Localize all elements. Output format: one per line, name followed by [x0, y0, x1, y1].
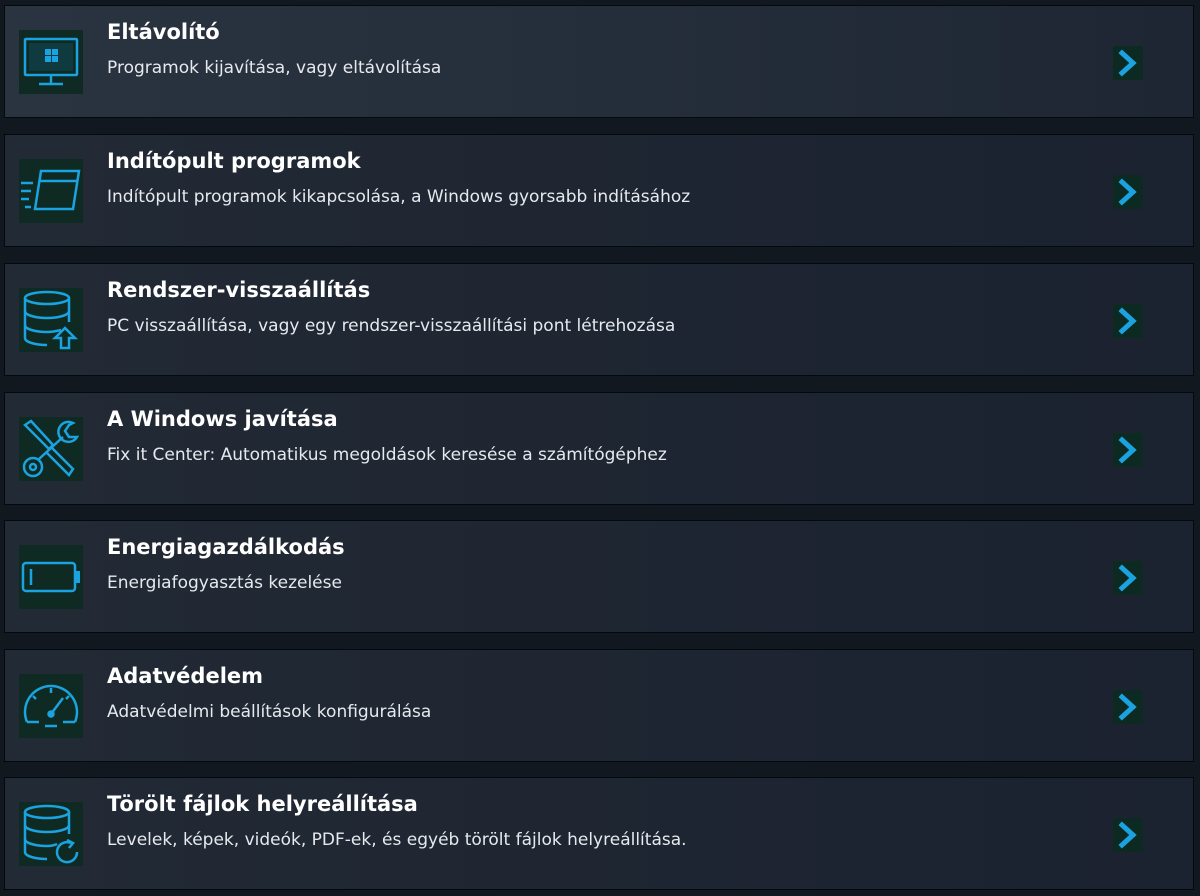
fast-window-icon — [19, 159, 83, 223]
list-item-eltavolito[interactable]: Eltávolító Programok kijavítása, vagy el… — [4, 5, 1194, 118]
item-subtitle: Indítópult programok kikapcsolása, a Win… — [107, 187, 691, 207]
item-title: Adatvédelem — [107, 664, 264, 688]
list-item-adatvedelem[interactable]: Adatvédelem Adatvédelmi beállítások konf… — [4, 649, 1194, 762]
item-title: Törölt fájlok helyreállítása — [107, 792, 418, 816]
list-item-inditopult[interactable]: Indítópult programok Indítópult programo… — [4, 134, 1194, 247]
list-item-torolt-fajlok[interactable]: Törölt fájlok helyreállítása Levelek, ké… — [4, 777, 1194, 890]
chevron-right-icon[interactable] — [1113, 818, 1143, 852]
item-subtitle: Programok kijavítása, vagy eltávolítása — [107, 58, 442, 78]
wrench-screwdriver-icon — [19, 417, 83, 481]
item-title: Energiagazdálkodás — [107, 535, 345, 559]
item-title: Rendszer-visszaállítás — [107, 278, 371, 302]
battery-icon — [19, 545, 83, 609]
item-title: A Windows javítása — [107, 407, 338, 431]
speedometer-icon — [19, 674, 83, 738]
chevron-right-icon[interactable] — [1113, 304, 1143, 338]
chevron-right-icon[interactable] — [1113, 433, 1143, 467]
item-subtitle: PC visszaállítása, vagy egy rendszer-vis… — [107, 316, 676, 336]
chevron-right-icon[interactable] — [1113, 175, 1143, 209]
tools-list: Eltávolító Programok kijavítása, vagy el… — [0, 0, 1200, 896]
item-subtitle: Levelek, képek, videók, PDF-ek, és egyéb… — [107, 830, 687, 850]
item-title: Indítópult programok — [107, 149, 361, 173]
list-item-windows-javitasa[interactable]: A Windows javítása Fix it Center: Automa… — [4, 392, 1194, 505]
monitor-windows-icon — [19, 30, 83, 94]
database-restore-icon — [19, 802, 83, 866]
list-item-rendszer-visszaallitas[interactable]: Rendszer-visszaállítás PC visszaállítása… — [4, 263, 1194, 376]
item-title: Eltávolító — [107, 20, 220, 44]
item-subtitle: Fix it Center: Automatikus megoldások ke… — [107, 445, 667, 465]
chevron-right-icon[interactable] — [1113, 46, 1143, 80]
chevron-right-icon[interactable] — [1113, 561, 1143, 595]
database-upload-icon — [19, 288, 83, 352]
list-item-energiagazdalkodas[interactable]: Energiagazdálkodás Energiafogyasztás kez… — [4, 520, 1194, 633]
item-subtitle: Adatvédelmi beállítások konfigurálása — [107, 702, 432, 722]
chevron-right-icon[interactable] — [1113, 690, 1143, 724]
item-subtitle: Energiafogyasztás kezelése — [107, 573, 342, 593]
